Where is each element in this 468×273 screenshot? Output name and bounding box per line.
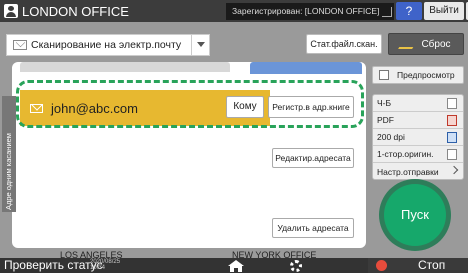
- bottom-bar: Проверить статус 2020/08/25 10:34 Стоп: [0, 258, 468, 273]
- setting-resolution[interactable]: 200 dpi: [373, 129, 463, 146]
- edit-destination-button[interactable]: Редактир.адресата: [272, 148, 354, 168]
- help-button[interactable]: ?: [396, 2, 422, 20]
- setting-sides[interactable]: 1-стор.оригин.: [373, 146, 463, 163]
- delete-destination-button[interactable]: Удалить адресата: [272, 218, 354, 238]
- reset-button[interactable]: Сброс: [388, 33, 464, 55]
- resolution-icon: [447, 132, 457, 143]
- checkbox-icon[interactable]: [379, 70, 389, 80]
- office-name: LONDON OFFICE: [22, 3, 129, 19]
- one-sided-icon: [447, 149, 457, 160]
- setting-label: 200 dpi: [377, 132, 405, 142]
- preview-label: Предпросмотр: [397, 70, 455, 80]
- registered-status: Зарегистрирован: [LONDON OFFICE]: [226, 3, 394, 20]
- setting-color[interactable]: Ч-Б: [373, 95, 463, 112]
- chevron-right-icon: [449, 165, 459, 175]
- tab-selected[interactable]: [250, 62, 362, 74]
- register-address-book-button[interactable]: Регистр.в адр.книге: [268, 96, 354, 118]
- scan-mode-label: Сканирование на электр.почту: [31, 39, 182, 51]
- registered-status-text: Зарегистрирован: [LONDON OFFICE]: [232, 6, 380, 16]
- stop-icon: [376, 260, 387, 271]
- mail-icon: [30, 103, 43, 113]
- to-button[interactable]: Кому: [226, 96, 264, 118]
- chevron-down-icon[interactable]: [191, 35, 209, 55]
- start-button[interactable]: Пуск: [384, 184, 446, 246]
- setting-label: 1-стор.оригин.: [377, 149, 434, 159]
- stored-file-scan-button[interactable]: Стат.файл.скан.: [306, 34, 382, 54]
- top-bar: LONDON OFFICE Зарегистрирован: [LONDON O…: [0, 0, 468, 22]
- exit-button[interactable]: Выйти: [424, 2, 464, 20]
- side-tab-label: Адре одним касанием: [4, 133, 13, 210]
- scan-settings: Ч-Б PDF 200 dpi 1-стор.оригин. Настр.отп…: [372, 94, 464, 180]
- office-indicator: LONDON OFFICE: [4, 2, 129, 20]
- home-icon[interactable]: [228, 260, 244, 272]
- stop-label: Стоп: [418, 258, 446, 272]
- check-status-button[interactable]: Проверить статус: [4, 258, 103, 273]
- preview-toggle[interactable]: Предпросмотр: [372, 66, 464, 84]
- user-icon: [4, 4, 18, 18]
- setting-send-options[interactable]: Настр.отправки: [373, 163, 463, 180]
- mail-icon: [13, 40, 27, 50]
- reset-icon: [398, 39, 419, 49]
- gear-icon[interactable]: [290, 260, 302, 272]
- setting-file-type[interactable]: PDF: [373, 112, 463, 129]
- destination-tabs: [20, 62, 366, 76]
- date-time: 2020/08/25 10:34: [90, 259, 121, 271]
- setting-label: Настр.отправки: [377, 166, 439, 177]
- setting-label: PDF: [377, 115, 394, 125]
- color-mode-icon: [447, 98, 457, 109]
- reset-label: Сброс: [421, 38, 451, 50]
- stop-button[interactable]: Стоп: [368, 258, 468, 273]
- scan-mode-select[interactable]: Сканирование на электр.почту: [6, 34, 210, 56]
- destination-entry[interactable]: john@abc.com Кому: [20, 90, 270, 126]
- corner-icon: [382, 7, 392, 17]
- tab-address-book[interactable]: [20, 62, 230, 72]
- pdf-icon: [447, 115, 457, 126]
- setting-label: Ч-Б: [377, 98, 392, 108]
